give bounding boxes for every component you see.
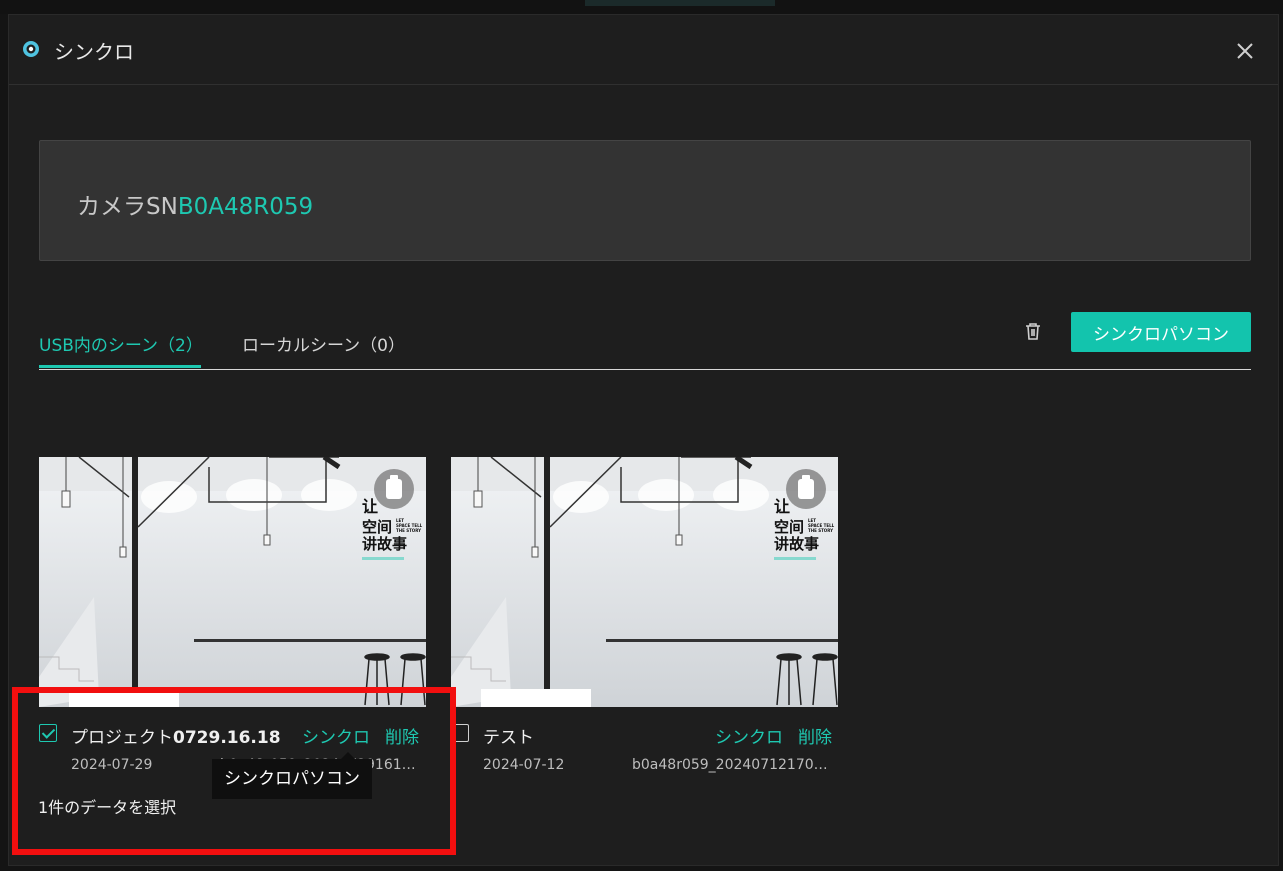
active-tab-indicator bbox=[39, 365, 201, 368]
camera-info-panel: カメラSNB0A48R059 bbox=[39, 140, 1251, 261]
wall-text-line3: 讲故事 bbox=[362, 535, 407, 553]
app-logo-icon bbox=[23, 41, 39, 57]
scene-name: プロジェクト0729.16.18 bbox=[71, 728, 281, 748]
scene-delete-link[interactable]: 削除 bbox=[385, 723, 419, 748]
wall-text-line3: 讲故事 bbox=[774, 535, 819, 553]
usb-drive-icon bbox=[374, 469, 414, 509]
title-bar: シンクロ bbox=[9, 15, 1278, 85]
scene-sync-link[interactable]: シンクロ bbox=[302, 723, 370, 748]
wall-small-line3: THE STORY bbox=[396, 528, 421, 533]
scene-name: テスト bbox=[483, 728, 534, 748]
wall-text-line1: 让 bbox=[362, 497, 378, 516]
tooltip-arrow bbox=[341, 752, 355, 759]
usb-drive-icon bbox=[786, 469, 826, 509]
dialog-title: シンクロ bbox=[54, 40, 134, 64]
wall-small-line3: THE STORY bbox=[808, 528, 833, 533]
scene-thumbnail[interactable]: 让 空间 讲故事 LET SPACE TELL THE STORY bbox=[451, 457, 838, 707]
room-preview-image: 让 空间 讲故事 LET SPACE TELL THE STORY bbox=[451, 457, 838, 707]
scene-sync-link[interactable]: シンクロ bbox=[715, 723, 783, 748]
sync-dialog: シンクロ カメラSNB0A48R059 USB内のシーン（2） ローカルシーン（… bbox=[8, 14, 1279, 866]
scene-card-row: プロジェクト0729.16.18 シンクロ 削除 bbox=[39, 723, 426, 748]
trash-icon[interactable] bbox=[1022, 320, 1044, 342]
scene-tabs: USB内のシーン（2） ローカルシーン（0） シンクロパソコン bbox=[39, 312, 1251, 370]
scene-filename: b0a48r059_20240712170444 bbox=[632, 757, 832, 773]
camera-serial: B0A48R059 bbox=[177, 194, 314, 220]
scene-date: 2024-07-12 bbox=[483, 757, 565, 773]
scene-thumbnail[interactable]: 让 空间 讲故事 LET SPACE TELL THE STORY bbox=[39, 457, 426, 707]
scene-delete-link[interactable]: 削除 bbox=[798, 723, 832, 748]
scene-card-row: テスト シンクロ 削除 bbox=[451, 723, 838, 748]
scene-date: 2024-07-29 bbox=[71, 757, 153, 773]
scene-checkbox[interactable] bbox=[39, 724, 57, 742]
wall-text-line1: 让 bbox=[774, 497, 790, 516]
scene-checkbox[interactable] bbox=[451, 724, 469, 742]
sync-to-pc-button[interactable]: シンクロパソコン bbox=[1071, 312, 1251, 352]
top-strip bbox=[0, 0, 1283, 14]
wall-text-line2: 空间 bbox=[362, 518, 392, 536]
tab-usb-scenes[interactable]: USB内のシーン（2） bbox=[39, 331, 203, 356]
camera-sn-label: カメラSNB0A48R059 bbox=[77, 194, 314, 220]
tab-local-scenes[interactable]: ローカルシーン（0） bbox=[242, 331, 405, 356]
wall-text-line2: 空间 bbox=[774, 518, 804, 536]
sync-tooltip: シンクロパソコン bbox=[212, 759, 372, 799]
selection-count: 1件のデータを選択 bbox=[38, 798, 177, 817]
close-icon[interactable] bbox=[1233, 39, 1257, 63]
room-preview-image: 让 空间 讲故事 LET SPACE TELL THE STORY bbox=[39, 457, 426, 707]
